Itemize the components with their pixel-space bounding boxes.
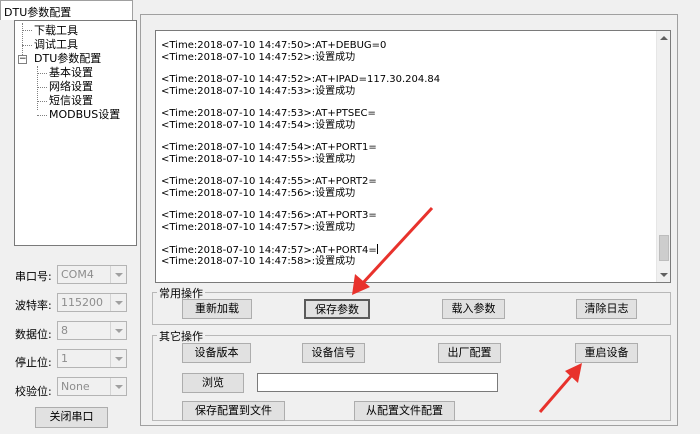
log-line: <Time:2018-07-10 14:47:54>:AT+PORT1= bbox=[161, 142, 377, 153]
log-line: <Time:2018-07-10 14:47:50>:AT+DEBUG=0 bbox=[161, 40, 387, 51]
browse-button[interactable]: 浏览 bbox=[182, 373, 244, 393]
tree-item-modbus-settings[interactable]: MODBUS设置 bbox=[49, 108, 120, 122]
factory-config-button[interactable]: 出厂配置 bbox=[438, 343, 501, 363]
clear-log-button[interactable]: 清除日志 bbox=[576, 299, 637, 319]
tree-connector bbox=[22, 45, 32, 46]
tree-item-debug-tool[interactable]: 调试工具 bbox=[34, 38, 78, 52]
scroll-down-icon[interactable] bbox=[660, 273, 668, 277]
log-line-text: <Time:2018-07-10 14:47:57>:AT+PORT4= bbox=[161, 245, 377, 256]
device-signal-button[interactable]: 设备信号 bbox=[302, 343, 365, 363]
scroll-thumb[interactable] bbox=[659, 235, 669, 261]
databits-select[interactable]: 8 bbox=[57, 321, 127, 340]
chevron-down-icon bbox=[110, 322, 126, 339]
log-line: <Time:2018-07-10 14:47:56>:设置成功 bbox=[161, 188, 356, 199]
log-text: <Time:2018-07-10 14:47:50>:AT+DEBUG=0 <T… bbox=[161, 40, 656, 268]
tab-dtu-config[interactable]: DTU参数配置 bbox=[0, 0, 133, 20]
stopbits-label: 停止位: bbox=[15, 356, 52, 369]
tree-connector bbox=[37, 115, 47, 116]
scroll-up-icon[interactable] bbox=[660, 36, 668, 40]
device-version-button[interactable]: 设备版本 bbox=[182, 343, 251, 363]
parity-select[interactable]: None bbox=[57, 377, 127, 396]
tree-connector bbox=[37, 73, 47, 74]
log-line: <Time:2018-07-10 14:47:56>:AT+PORT3= bbox=[161, 210, 377, 221]
reload-button[interactable]: 重新加载 bbox=[182, 299, 252, 319]
port-value: COM4 bbox=[61, 268, 94, 281]
collapse-icon[interactable]: − bbox=[18, 55, 27, 64]
databits-label: 数据位: bbox=[15, 328, 52, 341]
log-output[interactable]: <Time:2018-07-10 14:47:50>:AT+DEBUG=0 <T… bbox=[155, 30, 671, 283]
log-line: <Time:2018-07-10 14:47:54>:设置成功 bbox=[161, 120, 356, 131]
restart-device-button[interactable]: 重启设备 bbox=[575, 343, 638, 363]
config-from-file-button[interactable]: 从配置文件配置 bbox=[354, 401, 455, 421]
save-params-button[interactable]: 保存参数 bbox=[304, 299, 370, 319]
log-scrollbar[interactable] bbox=[656, 31, 670, 282]
log-line: <Time:2018-07-10 14:47:57>:设置成功 bbox=[161, 222, 356, 233]
databits-value: 8 bbox=[61, 324, 68, 337]
parity-value: None bbox=[61, 380, 90, 393]
load-params-button[interactable]: 载入参数 bbox=[442, 299, 505, 319]
baud-value: 115200 bbox=[61, 296, 103, 309]
log-line: <Time:2018-07-10 14:47:55>:设置成功 bbox=[161, 154, 356, 165]
tree-connector bbox=[37, 101, 47, 102]
tree-connector bbox=[37, 87, 47, 88]
chevron-down-icon bbox=[110, 266, 126, 283]
tree-connector bbox=[22, 30, 32, 31]
text-cursor bbox=[376, 244, 378, 254]
log-line: <Time:2018-07-10 14:47:52>:设置成功 bbox=[161, 52, 356, 63]
log-line: <Time:2018-07-10 14:47:58>:设置成功 bbox=[161, 256, 356, 267]
tree-item-download-tool[interactable]: 下载工具 bbox=[34, 24, 78, 38]
close-port-button[interactable]: 关闭串口 bbox=[35, 407, 108, 428]
baud-select[interactable]: 115200 bbox=[57, 293, 127, 312]
tree-item-sms-settings[interactable]: 短信设置 bbox=[49, 94, 93, 108]
log-line: <Time:2018-07-10 14:47:57>:AT+PORT4= bbox=[161, 244, 656, 256]
log-line: <Time:2018-07-10 14:47:55>:AT+PORT2= bbox=[161, 176, 377, 187]
log-line: <Time:2018-07-10 14:47:52>:AT+IPAD=117.3… bbox=[161, 74, 441, 85]
navigation-tree: 下载工具 调试工具 − DTU参数配置 基本设置 网络设置 短信设置 MODBU… bbox=[14, 20, 137, 246]
baud-label: 波特率: bbox=[15, 299, 52, 312]
other-ops-label: 其它操作 bbox=[157, 328, 205, 344]
port-select[interactable]: COM4 bbox=[57, 265, 127, 284]
tree-item-dtu-config[interactable]: DTU参数配置 bbox=[34, 52, 101, 66]
port-label: 串口号: bbox=[15, 270, 52, 283]
tree-item-basic-settings[interactable]: 基本设置 bbox=[49, 66, 93, 80]
parity-label: 校验位: bbox=[15, 385, 52, 398]
log-line: <Time:2018-07-10 14:47:53>:设置成功 bbox=[161, 86, 356, 97]
tree-item-network-settings[interactable]: 网络设置 bbox=[49, 80, 93, 94]
chevron-down-icon bbox=[110, 378, 126, 395]
chevron-down-icon bbox=[110, 350, 126, 367]
log-line: <Time:2018-07-10 14:47:53>:AT+PTSEC= bbox=[161, 108, 376, 119]
config-file-path-input[interactable] bbox=[257, 373, 498, 392]
stopbits-select[interactable]: 1 bbox=[57, 349, 127, 368]
save-config-to-file-button[interactable]: 保存配置到文件 bbox=[182, 401, 285, 421]
stopbits-value: 1 bbox=[61, 352, 68, 365]
chevron-down-icon bbox=[110, 294, 126, 311]
